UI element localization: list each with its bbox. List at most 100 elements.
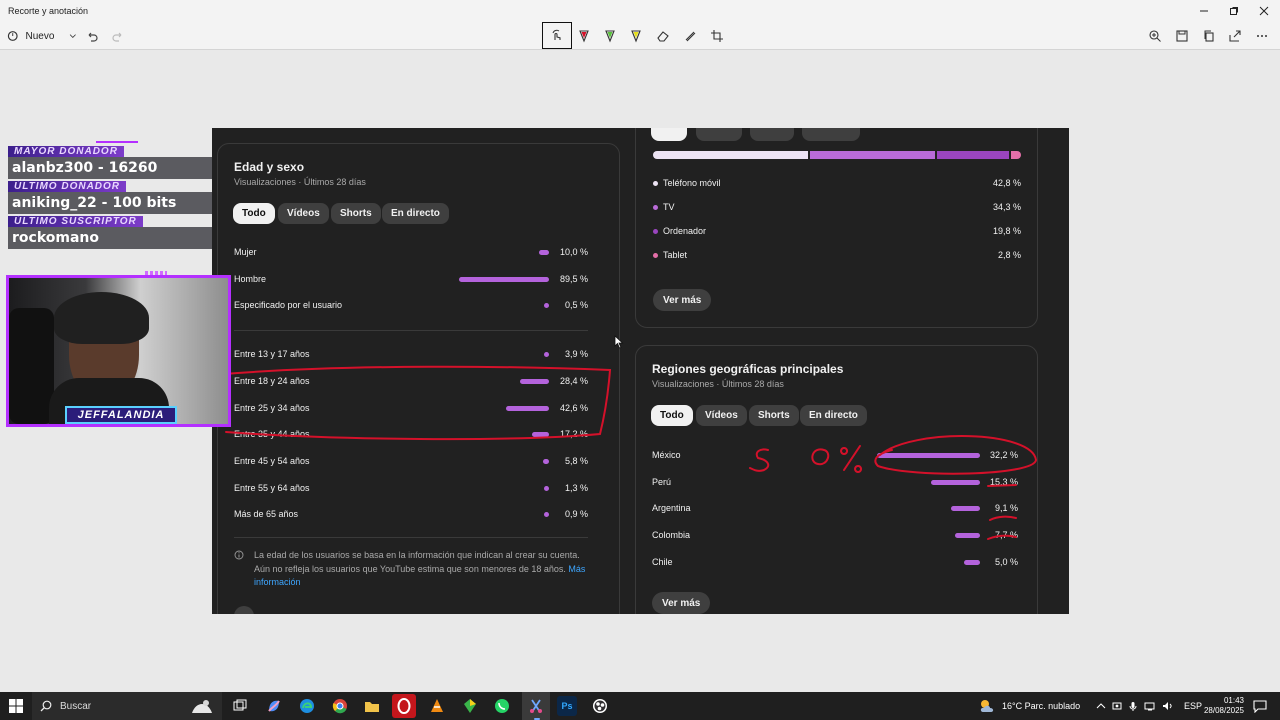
ruler-button[interactable] (680, 24, 700, 48)
highlighter-icon (631, 30, 641, 43)
crop-button[interactable] (707, 24, 727, 48)
taskbar-app-copilot[interactable] (264, 696, 284, 716)
zoom-icon (1149, 30, 1161, 42)
save-icon (1176, 30, 1188, 42)
partly-cloudy-icon (980, 700, 994, 712)
search-label: Buscar (60, 700, 92, 712)
restore-icon (1230, 7, 1238, 15)
photoshop-icon: Ps (561, 701, 573, 711)
hair-shape (54, 292, 149, 344)
share-icon (1229, 30, 1241, 42)
ink-age-highlight (223, 365, 612, 441)
hand-touch-icon (552, 29, 561, 40)
new-snip-icon (7, 31, 18, 41)
obs-icon (593, 699, 607, 713)
overlay-accent (96, 141, 138, 143)
copilot-icon (268, 700, 280, 712)
start-button[interactable] (6, 696, 26, 716)
clock-date: 28/08/2025 (1203, 706, 1244, 715)
ink-number-zero (811, 448, 830, 466)
shield-icon (464, 699, 476, 713)
network-icon[interactable] (1144, 701, 1156, 711)
eraser-icon (657, 31, 669, 42)
taskbar-app-snipping-tool[interactable] (522, 692, 550, 720)
last-sub-value: rockomano (8, 227, 212, 249)
ink-mexico-ellipse (874, 435, 1038, 475)
snipping-tool-icon (530, 699, 542, 713)
clock-time: 01:43 (1223, 696, 1244, 705)
taskbar-app-opera[interactable] (392, 694, 416, 718)
taskbar-app-obs[interactable] (590, 696, 610, 716)
highlighter-button[interactable] (626, 24, 646, 48)
eraser-button[interactable] (653, 24, 673, 48)
taskbar-app-whatsapp[interactable] (492, 696, 512, 716)
last-sub-heading: ÚLTIMO SUSCRIPTOR (8, 216, 143, 227)
volume-icon[interactable] (1162, 701, 1174, 711)
ink-annotations (223, 365, 1038, 540)
mic-icon[interactable] (1128, 701, 1138, 711)
chair-shape (9, 308, 54, 424)
task-view-icon (233, 699, 247, 711)
minimize-button[interactable] (1189, 3, 1219, 19)
zoom-button[interactable] (1145, 24, 1165, 48)
undo-button[interactable] (82, 24, 102, 48)
clock[interactable]: 01:43 28/08/2025 (1196, 692, 1244, 720)
top-donor-value: alanbz300 - 16260 (8, 157, 212, 179)
ink-number-five (749, 448, 770, 472)
chrome-icon (332, 699, 347, 714)
task-view-button[interactable] (230, 696, 250, 716)
title-bar: Recorte y anotación (0, 0, 1280, 22)
minimize-icon (1200, 10, 1208, 12)
taskbar-app-edge[interactable] (297, 696, 317, 716)
edge-icon (300, 699, 314, 713)
notification-icon (1253, 700, 1267, 713)
redo-button[interactable] (108, 24, 128, 48)
more-options-button[interactable] (1252, 24, 1272, 48)
top-donor-heading: MAYOR DONADOR (8, 146, 124, 157)
pen-icon (579, 30, 589, 43)
copy-icon (1204, 30, 1214, 42)
more-icon (1257, 35, 1267, 37)
taskbar-app-vlc[interactable] (427, 696, 447, 716)
search-icon (40, 700, 52, 712)
folder-icon (365, 702, 379, 712)
screen-capture-icon[interactable] (1112, 701, 1122, 711)
notifications-button[interactable] (1250, 696, 1270, 716)
new-label: Nuevo (25, 30, 55, 42)
ink-underline-argentina (989, 515, 1017, 521)
window-title: Recorte y anotación (8, 6, 89, 16)
taskbar-app-file-explorer[interactable] (362, 696, 382, 716)
taskbar-search[interactable]: Buscar (32, 692, 222, 720)
touch-writing-button[interactable] (542, 22, 572, 49)
ballpoint-pen-button[interactable] (574, 24, 594, 48)
undo-icon (88, 32, 98, 42)
vlc-icon (431, 699, 443, 712)
taskbar-app-photoshop[interactable]: Ps (557, 696, 577, 716)
new-button[interactable]: Nuevo (6, 24, 78, 48)
copy-button[interactable] (1199, 24, 1219, 48)
taskbar-app-chrome[interactable] (330, 696, 350, 716)
taskbar-app-green-shield[interactable] (460, 696, 480, 716)
last-donor-value: aniking_22 - 100 bits (8, 192, 212, 214)
save-button[interactable] (1172, 24, 1192, 48)
close-button[interactable] (1249, 3, 1279, 19)
system-tray: ESP (1096, 692, 1202, 720)
ink-underline-colombia (987, 534, 1017, 540)
crop-icon (711, 30, 723, 42)
snip-canvas: Edad y sexo Visualizaciones · Últimos 28… (212, 128, 1069, 614)
share-button[interactable] (1225, 24, 1245, 48)
close-icon (1259, 6, 1269, 16)
pencil-button[interactable] (600, 24, 620, 48)
webcam-frame: JEFFALANDIA (6, 275, 231, 427)
opera-icon (397, 698, 411, 714)
ink-underline-peru (987, 484, 1017, 487)
search-highlight-icon (192, 700, 212, 713)
chevron-down-icon (70, 34, 77, 38)
ruler-icon (685, 31, 696, 42)
windows-logo-icon (9, 699, 23, 713)
whatsapp-icon (495, 699, 509, 713)
chevron-up-icon[interactable] (1096, 701, 1106, 711)
restore-button[interactable] (1219, 3, 1249, 19)
redo-icon (112, 32, 122, 42)
weather-widget[interactable]: 16°C Parc. nublado (978, 692, 1080, 720)
